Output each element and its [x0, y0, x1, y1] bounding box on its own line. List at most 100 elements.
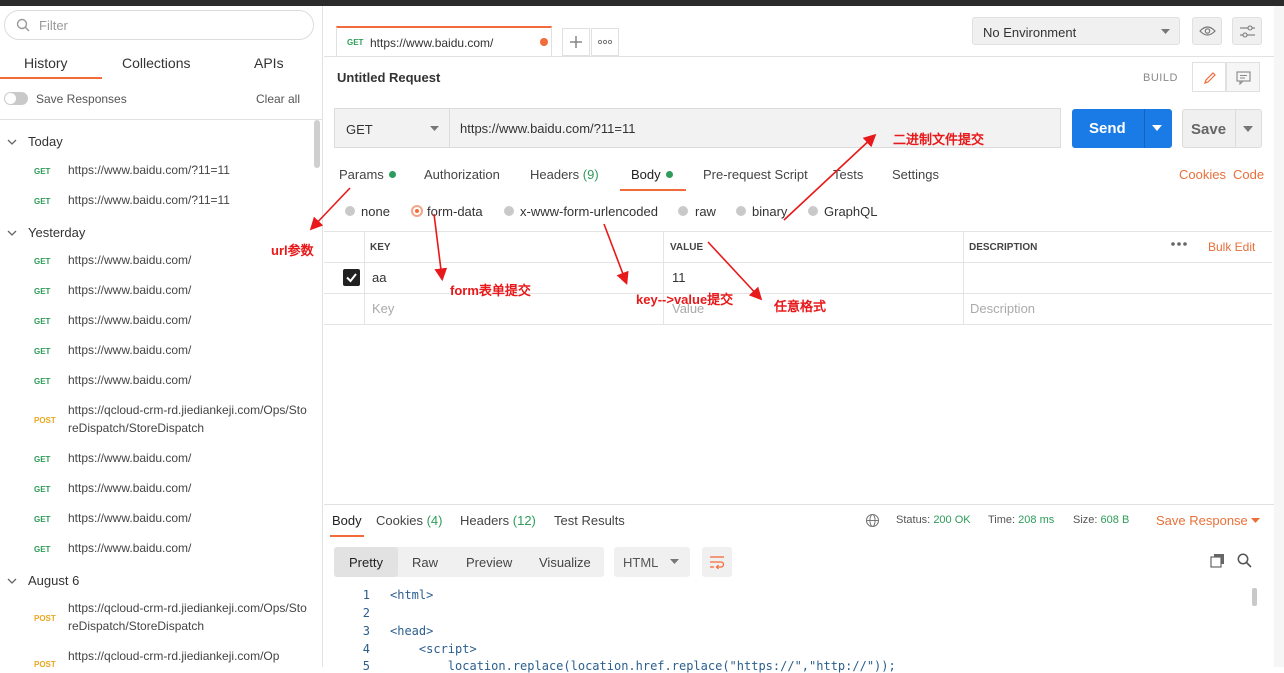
caret-down-icon	[1161, 29, 1170, 35]
wrap-lines-button[interactable]	[702, 547, 732, 577]
filter-input[interactable]: Filter	[4, 10, 314, 40]
response-headers-count: (12)	[512, 513, 536, 528]
view-raw[interactable]: Raw	[412, 555, 438, 570]
caret-down-icon	[1251, 518, 1261, 524]
view-pretty[interactable]: Pretty	[349, 555, 383, 570]
annotation-binary: 二进制文件提交	[893, 132, 985, 147]
history-group-august-6[interactable]: August 6	[28, 573, 79, 588]
request-tab-method: GET	[347, 38, 364, 47]
response-tab-body[interactable]: Body	[332, 513, 362, 528]
history-item[interactable]: https://qcloud-crm-rd.jiediankeji.com/Op…	[68, 599, 308, 635]
tab-history[interactable]: History	[24, 55, 68, 71]
history-method: GET	[34, 515, 51, 524]
language-value: HTML	[623, 555, 659, 570]
response-headers-label: Headers	[460, 513, 510, 528]
response-tab-headers[interactable]: Headers (12)	[460, 513, 536, 528]
line-number: 3	[362, 624, 370, 638]
tab-active-indicator	[330, 535, 364, 537]
caret-down-icon	[670, 559, 679, 565]
line-number: 2	[362, 606, 370, 620]
history-item[interactable]: https://www.baidu.com/	[68, 449, 308, 467]
comments-button[interactable]	[1226, 62, 1260, 92]
ellipsis-icon	[592, 29, 618, 55]
line-number: 1	[362, 588, 370, 602]
history-item[interactable]: https://www.baidu.com/	[68, 281, 308, 299]
history-item[interactable]: https://www.baidu.com/	[68, 371, 308, 389]
plus-icon	[563, 29, 589, 55]
response-cookies-count: (4)	[426, 513, 443, 528]
language-select[interactable]: HTML	[614, 547, 690, 577]
history-method: POST	[34, 660, 56, 669]
history-group-today[interactable]: Today	[28, 134, 63, 149]
tab-options-button[interactable]	[591, 28, 619, 56]
status-value: 200 OK	[933, 514, 971, 526]
history-item[interactable]: https://www.baidu.com/?11=11	[68, 191, 308, 209]
history-item[interactable]: https://qcloud-crm-rd.jiediankeji.com/Op	[68, 647, 308, 665]
window-scrollbar-track[interactable]	[1274, 6, 1284, 667]
line-number: 5	[362, 659, 370, 673]
size-label: Size:	[1073, 514, 1098, 526]
view-preview[interactable]: Preview	[466, 555, 512, 570]
code-line: <head>	[390, 624, 434, 638]
history-item[interactable]: https://www.baidu.com/?11=11	[68, 161, 308, 179]
send-button[interactable]: Send	[1072, 109, 1172, 148]
code-line: <html>	[390, 588, 434, 602]
manage-environments-button[interactable]	[1232, 17, 1262, 45]
eye-icon	[1199, 25, 1216, 37]
caret-down-icon[interactable]	[1152, 125, 1162, 132]
filter-placeholder: Filter	[39, 18, 68, 33]
annotation-arrow	[603, 223, 629, 285]
globe-icon[interactable]	[865, 513, 880, 528]
history-item[interactable]: https://qcloud-crm-rd.jiediankeji.com/Op…	[68, 401, 308, 437]
status-label: Status:	[896, 514, 931, 526]
request-tab[interactable]: GET https://www.baidu.com/	[336, 26, 552, 57]
save-response-button[interactable]: Save Response	[1156, 513, 1261, 528]
environment-quick-look-button[interactable]	[1192, 17, 1222, 45]
save-responses-toggle[interactable]	[4, 92, 28, 105]
history-method: POST	[34, 416, 56, 425]
time-readout: Time: 208 ms	[988, 514, 1054, 526]
build-label: BUILD	[1143, 72, 1178, 84]
history-item[interactable]: https://www.baidu.com/	[68, 341, 308, 359]
cookies-link[interactable]: Cookies	[1179, 167, 1226, 182]
history-group-yesterday[interactable]: Yesterday	[28, 225, 85, 240]
history-method: GET	[34, 347, 51, 356]
history-method: GET	[34, 167, 51, 176]
copy-icon[interactable]	[1210, 553, 1225, 568]
history-method: GET	[34, 377, 51, 386]
response-tab-test-results[interactable]: Test Results	[554, 513, 625, 528]
annotation-arrow	[433, 213, 448, 282]
history-method: GET	[34, 197, 51, 206]
new-tab-button[interactable]	[562, 28, 590, 56]
search-icon[interactable]	[1237, 553, 1252, 568]
chevron-down-icon[interactable]	[7, 138, 17, 146]
chevron-down-icon[interactable]	[7, 229, 17, 237]
status-readout: Status: 200 OK	[896, 514, 971, 526]
code-scrollbar[interactable]	[1252, 588, 1257, 606]
chevron-down-icon[interactable]	[7, 577, 17, 585]
annotation-url-params: url参数	[271, 243, 314, 258]
time-value: 208 ms	[1018, 514, 1055, 526]
clear-all-button[interactable]: Clear all	[256, 92, 300, 106]
environment-select[interactable]: No Environment	[972, 17, 1180, 45]
history-item[interactable]: https://www.baidu.com/	[68, 311, 308, 329]
history-item[interactable]: https://www.baidu.com/	[68, 509, 308, 527]
save-button[interactable]: Save	[1182, 109, 1262, 148]
tab-collections[interactable]: Collections	[122, 55, 190, 71]
comment-icon	[1236, 71, 1251, 85]
edit-mode-button[interactable]	[1192, 62, 1226, 92]
save-response-label: Save Response	[1156, 513, 1248, 528]
view-visualize[interactable]: Visualize	[539, 555, 591, 570]
request-title[interactable]: Untitled Request	[337, 70, 440, 85]
code-link[interactable]: Code	[1233, 167, 1264, 182]
sliders-icon	[1239, 25, 1256, 38]
ellipsis-icon[interactable]	[1170, 241, 1188, 247]
bulk-edit-link[interactable]: Bulk Edit	[1208, 240, 1255, 254]
history-item[interactable]: https://www.baidu.com/	[68, 479, 308, 497]
annotation-arrows	[309, 133, 877, 301]
response-divider	[324, 504, 1274, 505]
caret-down-icon[interactable]	[1243, 126, 1253, 133]
tab-apis[interactable]: APIs	[254, 55, 284, 71]
history-item[interactable]: https://www.baidu.com/	[68, 539, 308, 557]
response-tab-cookies[interactable]: Cookies (4)	[376, 513, 442, 528]
